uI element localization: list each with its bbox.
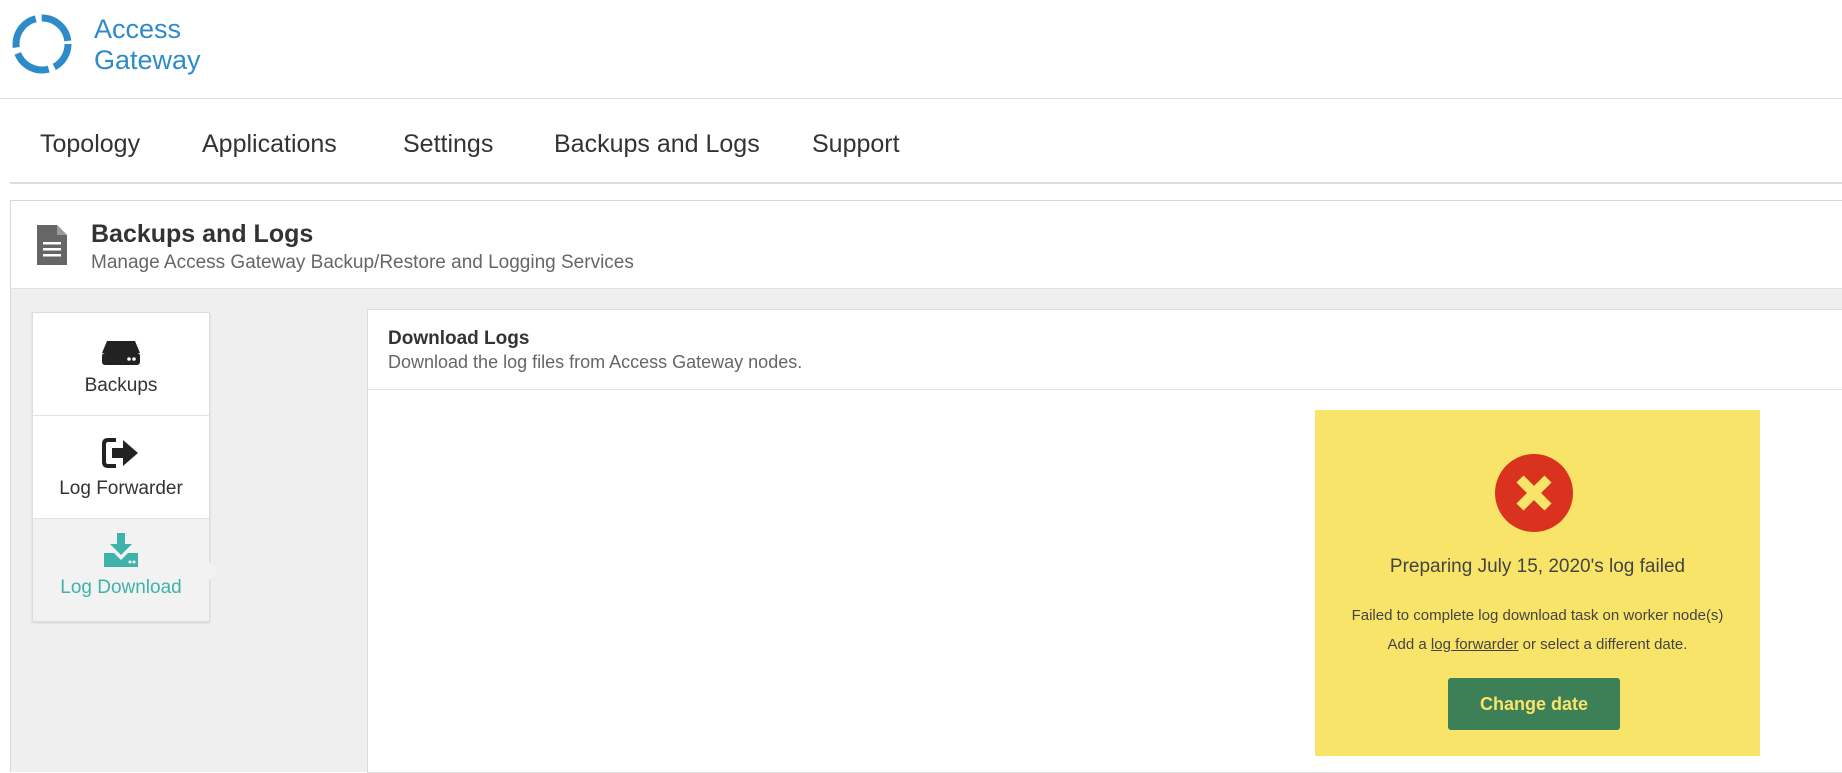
main-nav: Topology Applications Settings Backups a… (10, 110, 1842, 180)
download-icon (104, 533, 138, 567)
logo-line-1: Access (94, 14, 182, 44)
sidebar-item-label: Backups (84, 375, 158, 396)
nav-item-backups-and-logs[interactable]: Backups and Logs (554, 130, 760, 159)
sidebar-item-backups[interactable]: Backups (33, 313, 209, 415)
download-logs-panel: Download Logs Download the log files fro… (367, 309, 1842, 773)
sidebar-item-label: Log Download (60, 577, 182, 598)
log-forwarder-link[interactable]: log forwarder (1431, 636, 1519, 653)
panel-header: Download Logs Download the log files fro… (368, 310, 1842, 390)
access-gateway-logo-icon[interactable] (10, 12, 74, 76)
alert-message: Failed to complete log download task on … (1351, 607, 1724, 624)
page-subtitle: Manage Access Gateway Backup/Restore and… (91, 252, 634, 273)
sign-out-icon (102, 438, 138, 468)
change-date-button[interactable]: Change date (1448, 678, 1620, 730)
sidebar-item-log-forwarder[interactable]: Log Forwarder (33, 416, 209, 518)
error-alert: Preparing July 15, 2020's log failed Fai… (1315, 410, 1760, 756)
nav-item-applications[interactable]: Applications (202, 130, 337, 159)
hard-drive-icon (102, 341, 140, 365)
sidebar-item-label: Log Forwarder (59, 478, 183, 499)
backups-logs-sidebar: Backups Log Forwarder Log Download (32, 312, 210, 622)
nav-item-support[interactable]: Support (812, 130, 900, 159)
alert-message-suffix: or select a different date. (1518, 636, 1688, 653)
nav-item-settings[interactable]: Settings (403, 130, 493, 159)
logo-line-2: Gateway (94, 45, 201, 75)
logo-text[interactable]: Access Gateway (94, 14, 201, 76)
header-divider (0, 98, 1842, 99)
page-header: Backups and Logs Manage Access Gateway B… (11, 201, 1842, 289)
alert-title: Preparing July 15, 2020's log failed (1389, 556, 1686, 577)
nav-divider (10, 182, 1842, 184)
alert-message-prefix: Add a (1387, 636, 1431, 653)
page-title: Backups and Logs (91, 220, 314, 248)
alert-message-2: Add a log forwarder or select a differen… (1315, 636, 1760, 653)
active-item-caret (209, 562, 218, 580)
page-container: Backups and Logs Manage Access Gateway B… (10, 200, 1842, 773)
sidebar-item-log-download[interactable]: Log Download (33, 519, 209, 621)
app-header: Access Gateway (0, 0, 1842, 98)
panel-subtitle: Download the log files from Access Gatew… (388, 352, 803, 372)
nav-item-topology[interactable]: Topology (40, 130, 140, 159)
error-x-icon (1495, 454, 1573, 532)
panel-title: Download Logs (388, 328, 530, 349)
document-icon (37, 225, 67, 265)
